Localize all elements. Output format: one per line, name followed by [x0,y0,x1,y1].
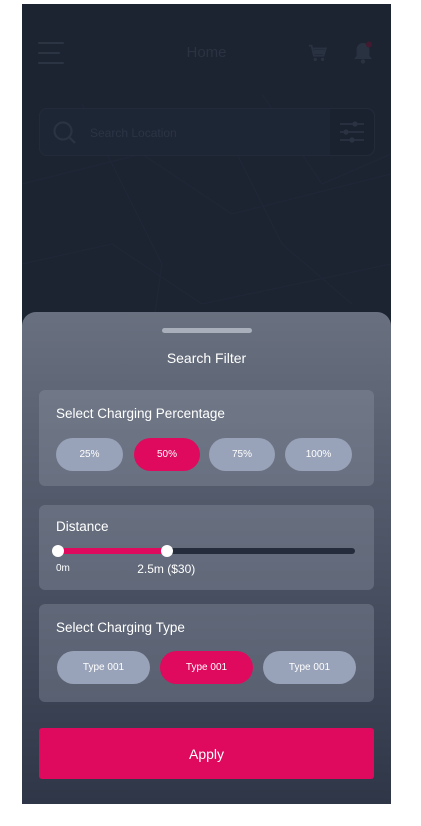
percentage-option-100[interactable]: 100% [285,438,352,471]
charging-percentage-label: Select Charging Percentage [56,406,225,421]
apply-button[interactable]: Apply [39,728,374,779]
distance-label: Distance [56,519,109,534]
distance-slider-track[interactable] [57,548,355,554]
charging-type-label: Select Charging Type [56,620,185,635]
distance-min-label: 0m [56,563,70,574]
app-screen: Home Search Location Search Filter Selec… [22,4,391,804]
distance-card: Distance 0m 2.5m ($30) [39,505,374,590]
percentage-option-25[interactable]: 25% [56,438,123,471]
charging-type-option-1[interactable]: Type 001 [57,651,150,684]
charging-type-option-3[interactable]: Type 001 [263,651,356,684]
charging-type-card: Select Charging Type Type 001 Type 001 T… [39,604,374,702]
distance-slider-min-handle[interactable] [52,545,64,557]
percentage-option-75[interactable]: 75% [209,438,275,471]
search-filter-sheet: Search Filter Select Charging Percentage… [22,312,391,804]
distance-slider-handle[interactable] [161,545,174,557]
percentage-option-50[interactable]: 50% [134,438,200,471]
distance-slider-fill [57,548,168,554]
drag-handle[interactable] [162,328,252,333]
charging-type-option-2[interactable]: Type 001 [160,651,253,684]
sheet-title: Search Filter [166,350,247,366]
charging-percentage-card: Select Charging Percentage 25% 50% 75% 1… [39,390,374,486]
distance-value-label: 2.5m ($30) [137,562,196,576]
